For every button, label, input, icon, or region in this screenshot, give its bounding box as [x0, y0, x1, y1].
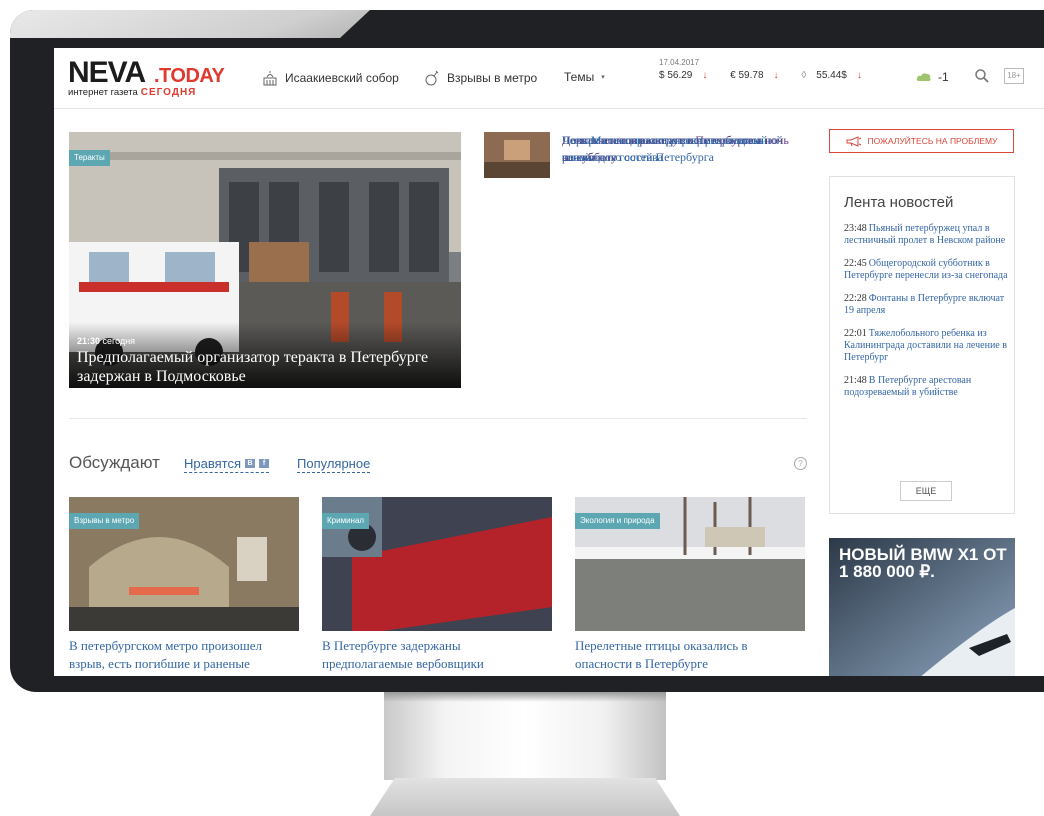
chevron-down-icon: ▾ [601, 74, 605, 81]
rates-date: 17.04.2017 [659, 58, 700, 67]
discuss-title: Обсуждают [69, 453, 160, 472]
feed-item[interactable]: 21:48 В Петербурге арестован подозреваемы… [844, 375, 1012, 399]
card-image: Экология и природа [575, 497, 805, 631]
feed-item[interactable]: 22:45 Общегородской субботник в Петербург… [844, 258, 1012, 282]
weather-temp: -1 [938, 70, 949, 84]
feed-item[interactable]: 22:01 Тяжелобольного ребенка из Калинингр… [844, 328, 1012, 364]
card-title: В петербургском метро произошел взрыв, е… [69, 638, 263, 671]
news-title: Четыре станции метро закрывали из-за сло… [562, 133, 763, 164]
complain-button[interactable]: ПОЖАЛУЙТЕСЬ НА ПРОБЛЕМУ [829, 129, 1014, 153]
cathedral-icon [263, 71, 277, 86]
site-logo[interactable]: NEVA .TODAY интернет газета СЕГОДНЯ [68, 58, 228, 100]
feed-item[interactable]: 23:48 Пьяный петербуржец упал в лестничны… [844, 223, 1012, 247]
cloud-icon [916, 73, 931, 81]
ad-title: НОВЫЙ BMW X1 ОТ 1 880 000 ₽. [839, 545, 1007, 581]
hero-timestamp: 21:30 сегодня [77, 336, 136, 346]
weather-widget[interactable]: -1 [916, 70, 949, 84]
card-image: Взрывы в метро [69, 497, 299, 631]
category-tag[interactable]: Теракты [69, 150, 110, 166]
nav-item-isaac[interactable]: Исаакиевский собор [262, 70, 399, 86]
card-title: В Петербурге задержаны предполагаемые ве… [322, 638, 484, 671]
monitor-bezel: NEVA .TODAY интернет газета СЕГОДНЯ Исаак… [10, 10, 1044, 692]
feed-item[interactable]: 22:28 Фонтаны в Петербурге включат 19 апр… [844, 293, 1012, 317]
article-card[interactable]: Криминал В Петербурге задержаны предпола… [322, 497, 552, 673]
section-divider [69, 418, 807, 419]
nav-item-label: Темы [564, 70, 595, 84]
complain-label: ПОЖАЛУЙТЕСЬ НА ПРОБЛЕМУ [867, 136, 998, 146]
category-tag[interactable]: Взрывы в метро [69, 513, 140, 529]
logo-main: NEVA [68, 56, 146, 89]
hero-article[interactable]: Теракты 21:30 сегодня Предполагаемый орг… [69, 132, 461, 388]
article-card[interactable]: Взрывы в метро В петербургском метро про… [69, 497, 299, 673]
feed-title: Лента новостей [844, 194, 954, 211]
help-icon[interactable]: ? [794, 457, 807, 470]
card-image: Криминал [322, 497, 552, 631]
card-title: Перелетные птицы оказались в опасности в… [575, 638, 748, 671]
age-rating-badge: 18+ [1004, 68, 1024, 84]
monitor-stand-foot [370, 778, 680, 816]
logo-accent: .TODAY [154, 65, 225, 87]
nav-item-label: Взрывы в метро [447, 71, 538, 85]
tab-popular[interactable]: Популярное [297, 456, 371, 473]
article-card[interactable]: Экология и природа Перелетные птицы оказ… [575, 497, 805, 673]
megaphone-icon [846, 135, 861, 147]
more-button[interactable]: ЕЩЕ [900, 481, 952, 501]
category-tag[interactable]: Экология и природа [575, 513, 660, 529]
oil-drop-icon: ◊ [801, 70, 807, 81]
news-thumbnail [484, 132, 550, 178]
search-icon[interactable] [974, 68, 990, 84]
nav-item-label: Исаакиевский собор [285, 71, 399, 85]
nav-item-metro[interactable]: Взрывы в метро [424, 70, 537, 86]
currency-rates: 17.04.2017 $ 56.29 ↓ € 59.78 ↓ ◊ 55.44$ ↓ [659, 58, 882, 81]
rate-oil: ◊ 55.44$ ↓ [801, 70, 862, 81]
browser-screen: NEVA .TODAY интернет газета СЕГОДНЯ Исаак… [54, 48, 1044, 676]
ad-banner[interactable]: НОВЫЙ BMW X1 ОТ 1 880 000 ₽. [829, 538, 1015, 676]
bomb-icon [425, 70, 439, 86]
discuss-section-header: Обсуждают Нравятся В f Популярное ? [69, 453, 807, 475]
monitor-stand-neck [384, 692, 666, 780]
hero-title: Предполагаемый организатор теракта в Пет… [77, 349, 429, 385]
site-header: NEVA .TODAY интернет газета СЕГОДНЯ Исаак… [54, 48, 1044, 109]
nav-item-topics[interactable]: Темы ▾ [564, 70, 605, 84]
rate-eur: € 59.78 ↓ [730, 70, 779, 81]
news-feed: Лента новостей 23:48 Пьяный петербуржец у… [829, 176, 1015, 514]
logo-subtitle: интернет газета СЕГОДНЯ [68, 87, 197, 98]
vk-icon: В [245, 459, 255, 468]
category-tag[interactable]: Криминал [322, 513, 370, 529]
facebook-icon: f [259, 459, 269, 468]
rate-usd: $ 56.29 ↓ [659, 70, 708, 81]
tab-liked[interactable]: Нравятся В f [184, 456, 269, 473]
